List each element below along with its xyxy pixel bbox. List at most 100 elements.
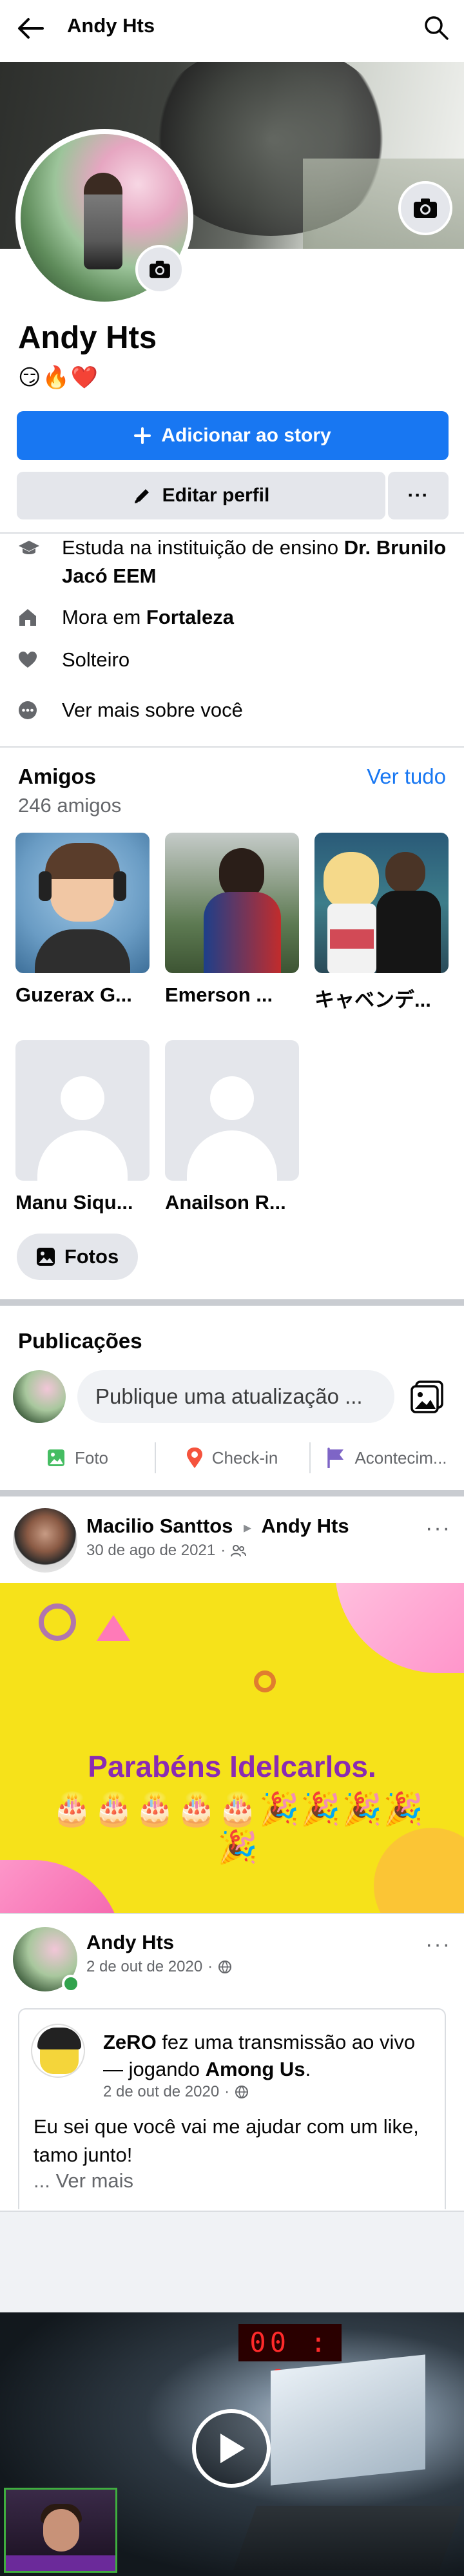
friends-title: Amigos [18,764,97,788]
profile-more-button[interactable]: ··· [388,472,449,519]
section-separator [0,1299,464,1306]
publications-title: Publicações [18,1329,142,1353]
post-author-avatar[interactable] [13,1508,77,1573]
photo-action-label: Foto [74,1448,109,1467]
about-relationship: Solteiro [18,646,449,674]
see-more-link[interactable]: ... Ver mais [34,2169,133,2193]
globe-icon [218,1960,232,1974]
checkin-action-button[interactable]: Check-in [155,1440,309,1476]
shared-post-card[interactable]: ZeRO fez uma transmissão ao vivo — jogan… [18,2008,446,2209]
back-arrow-icon[interactable] [17,17,44,40]
profile-name: Andy Hts [18,320,157,355]
photo-icon [46,1448,66,1467]
shared-game-name[interactable]: Among Us [206,2058,305,2080]
plus-icon [134,427,151,444]
edit-profile-button[interactable]: Editar perfil [17,472,385,519]
see-all-friends-link[interactable]: Ver tudo [367,764,446,789]
friend-card[interactable]: Anailson R... [165,1040,299,1214]
friend-photo [314,833,449,973]
cover-camera-icon[interactable] [398,181,452,235]
friends-count: 246 amigos [18,794,122,817]
friend-name: Anailson R... [165,1191,286,1214]
about-education-prefix: Estuda na instituição de ensino [62,536,344,559]
post-target-name[interactable]: Andy Hts [262,1515,349,1537]
friend-photo [15,833,150,973]
banner-emojis: 🎂🎂🎂🎂🎂🎉🎉🎉🎉🎉 [52,1791,425,1865]
about-see-more-label: Ver mais sobre você [62,699,243,721]
globe-icon [235,2085,249,2099]
post-meta: 2 de out de 2020 · [86,1958,232,1976]
add-to-story-button[interactable]: Adicionar ao story [17,411,449,460]
friend-photo-placeholder [15,1040,150,1181]
about-city-prefix: Mora em [62,606,146,628]
photos-button[interactable]: Fotos [17,1234,138,1280]
streamer-webcam [4,2488,117,2573]
about-relationship-value: Solteiro [62,648,130,671]
post-divider [0,1913,464,1914]
more-circle-icon [18,696,44,724]
friend-photo-placeholder [165,1040,299,1181]
video-loading-area [0,2211,464,2312]
online-status-dot [62,1975,80,1993]
composer-actions: Foto Check-in Acontecim... [0,1440,464,1476]
profile-camera-icon[interactable] [135,245,184,294]
photos-label: Fotos [64,1245,119,1268]
profile-bio: 😏🔥❤️ [18,365,100,390]
checkin-action-label: Check-in [211,1448,278,1467]
composer-avatar[interactable] [13,1370,66,1423]
post-options-button[interactable]: ··· [425,1932,451,1957]
section-divider [0,746,464,748]
shared-author-name[interactable]: ZeRO [103,2031,157,2053]
post-date[interactable]: 2 de out de 2020 [86,1958,202,1976]
shared-post-headline: ZeRO fez uma transmissão ao vivo — jogan… [103,2031,416,2080]
more-dots-icon: ··· [407,485,429,506]
event-action-label: Acontecim... [354,1448,447,1467]
friend-name: Manu Siqu... [15,1191,133,1214]
heart-icon [18,646,44,674]
friend-card[interactable]: Emerson ... [165,833,299,1007]
friend-name: Guzerax G... [15,983,132,1006]
play-video-button[interactable] [192,2409,271,2488]
about-education: Estuda na instituição de ensino Dr. Brun… [18,534,449,590]
post-options-button[interactable]: ··· [425,1516,451,1541]
graduation-cap-icon [18,534,44,562]
search-icon[interactable] [423,14,450,41]
top-bar: Andy Hts [0,0,464,57]
shared-author-avatar[interactable] [31,2024,85,2078]
shared-post-meta: 2 de out de 2020 · [103,2083,249,2101]
post-composer-input[interactable]: Publique uma atualização ... [77,1370,394,1423]
post-author-line: Macilio Santtos ▸ Andy Hts [86,1515,349,1538]
add-to-story-label: Adicionar ao story [161,425,331,446]
live-video[interactable]: 00 : 00 [0,2312,464,2576]
flag-icon [326,1448,345,1468]
section-separator [0,1490,464,1496]
post-date[interactable]: 30 de ago de 2021 [86,1542,215,1560]
edit-profile-label: Editar perfil [162,485,270,506]
photo-action-button[interactable]: Foto [0,1440,155,1476]
birthday-banner[interactable]: Parabéns Idelcarlos. 🎂🎂🎂🎂🎂🎉🎉🎉🎉🎉 [0,1583,464,1913]
friend-name: Emerson ... [165,983,273,1006]
shared-post-date[interactable]: 2 de out de 2020 [103,2083,219,2101]
location-pin-icon [186,1447,203,1469]
about-city: Mora em Fortaleza [18,603,449,632]
friend-card[interactable]: Guzerax G... [15,833,150,1007]
friend-photo [165,833,299,973]
video-led-display: 00 : 00 [238,2324,342,2396]
about-see-more[interactable]: Ver mais sobre você [18,696,449,724]
post-author-name[interactable]: Andy Hts [86,1931,174,1954]
pencil-icon [133,486,152,505]
share-arrow-icon: ▸ [244,1519,252,1536]
friends-audience-icon [231,1544,247,1557]
post-author-name[interactable]: Macilio Santtos [86,1515,233,1537]
composer-photo-icon[interactable] [410,1380,445,1414]
page-title: Andy Hts [67,14,155,37]
play-icon [215,2431,247,2466]
home-icon [18,603,44,632]
event-action-button[interactable]: Acontecim... [309,1440,464,1476]
friend-card[interactable]: Manu Siqu... [15,1040,150,1214]
post-meta: 30 de ago de 2021 · [86,1542,247,1560]
shared-post-message: Eu sei que você vai me ajudar com um lik… [34,2115,419,2166]
about-city-value[interactable]: Fortaleza [146,606,234,628]
banner-text: Parabéns Idelcarlos. [88,1750,376,1783]
friend-card[interactable]: キャベンデ... [314,833,449,1012]
